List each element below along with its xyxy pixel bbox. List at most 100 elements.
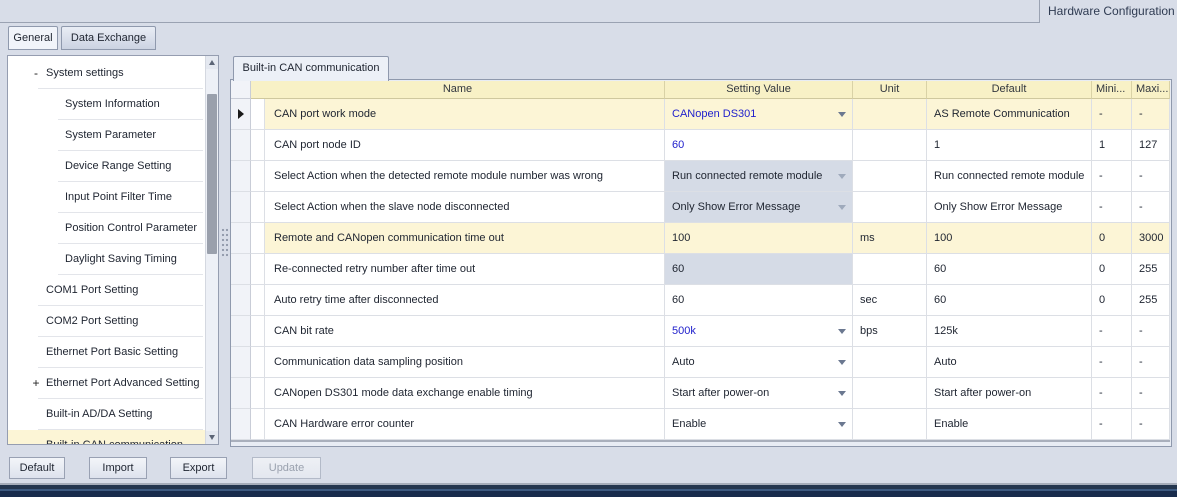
setting-cell[interactable]: 60 xyxy=(665,130,853,161)
unit-cell xyxy=(853,378,927,409)
min-value: 0 xyxy=(1099,232,1105,244)
dropdown-arrow-icon[interactable] xyxy=(838,112,846,117)
default-button[interactable]: Default xyxy=(9,457,65,479)
tab-built-in-can-communication[interactable]: Built-in CAN communication xyxy=(233,56,389,81)
min-value: 1 xyxy=(1099,139,1105,151)
col-header-maximum[interactable]: Maxi... xyxy=(1132,81,1170,99)
tree-scrollbar[interactable] xyxy=(205,56,218,444)
min-value: 0 xyxy=(1099,294,1105,306)
row-selector-cell xyxy=(231,161,251,192)
tree-item-system-settings[interactable]: -System settings xyxy=(8,58,205,89)
tree-item-ethernet-port-advanced-setting[interactable]: +Ethernet Port Advanced Setting xyxy=(8,368,205,399)
unit-cell xyxy=(853,192,927,223)
current-row-marker-icon xyxy=(238,109,244,119)
min-cell: - xyxy=(1092,316,1132,347)
settings-tree: -System settingsSystem InformationSystem… xyxy=(7,55,219,445)
name-value: Remote and CANopen communication time ou… xyxy=(274,232,504,244)
update-button[interactable]: Update xyxy=(252,457,321,479)
table-row: Communication data sampling positionAuto… xyxy=(231,347,1170,378)
setting-cell[interactable]: CANopen DS301 xyxy=(665,99,853,130)
default-cell: Start after power-on xyxy=(927,378,1092,409)
tree-item-position-control-parameter[interactable]: Position Control Parameter xyxy=(8,213,205,244)
status-bar xyxy=(0,491,1177,497)
row-selector-cell xyxy=(231,254,251,285)
tree-item-label: Ethernet Port Advanced Setting xyxy=(46,368,200,399)
tree-item-label: Daylight Saving Timing xyxy=(65,244,177,275)
tree-item-ethernet-port-basic-setting[interactable]: Ethernet Port Basic Setting xyxy=(8,337,205,368)
table-row: Re-connected retry number after time out… xyxy=(231,254,1170,285)
tree-item-system-information[interactable]: System Information xyxy=(8,89,205,120)
splitter-grip-icon xyxy=(221,228,228,258)
col-header-name[interactable]: Name xyxy=(251,81,665,99)
max-value: 255 xyxy=(1139,294,1157,306)
name-value: Select Action when the slave node discon… xyxy=(274,201,509,213)
scroll-down-icon[interactable] xyxy=(206,431,219,444)
unit-value: ms xyxy=(860,232,875,244)
export-button[interactable]: Export xyxy=(170,457,227,479)
tree-item-daylight-saving-timing[interactable]: Daylight Saving Timing xyxy=(8,244,205,275)
setting-cell[interactable]: 500k xyxy=(665,316,853,347)
dropdown-arrow-icon xyxy=(838,205,846,210)
tree-item-input-point-filter-time[interactable]: Input Point Filter Time xyxy=(8,182,205,213)
parameter-table: Name Setting Value Unit Default Mini... … xyxy=(231,81,1170,442)
setting-cell[interactable]: 60 xyxy=(665,285,853,316)
setting-value: 500k xyxy=(672,325,696,337)
min-value: - xyxy=(1099,325,1103,337)
name-value: CANopen DS301 mode data exchange enable … xyxy=(274,387,533,399)
min-cell: - xyxy=(1092,161,1132,192)
tree-item-device-range-setting[interactable]: Device Range Setting xyxy=(8,151,205,182)
dropdown-arrow-icon[interactable] xyxy=(838,329,846,334)
expand-icon[interactable]: + xyxy=(30,368,42,399)
name-value: CAN bit rate xyxy=(274,325,334,337)
setting-value: Enable xyxy=(672,418,706,430)
name-cell: Communication data sampling position xyxy=(265,347,665,378)
setting-cell[interactable]: Auto xyxy=(665,347,853,378)
unit-cell xyxy=(853,99,927,130)
max-cell: 127 xyxy=(1132,130,1170,161)
row-selector-cell xyxy=(231,192,251,223)
min-value: - xyxy=(1099,418,1103,430)
default-cell: Only Show Error Message xyxy=(927,192,1092,223)
max-value: - xyxy=(1139,356,1143,368)
tree-item-system-parameter[interactable]: System Parameter xyxy=(8,120,205,151)
tree-item-built-in-ad-da-setting[interactable]: Built-in AD/DA Setting xyxy=(8,399,205,430)
indent-cell xyxy=(251,316,265,347)
table-row: CAN port work modeCANopen DS301AS Remote… xyxy=(231,99,1170,130)
tree-item-com1-port-setting[interactable]: COM1 Port Setting xyxy=(8,275,205,306)
indent-cell xyxy=(251,130,265,161)
min-value: 0 xyxy=(1099,263,1105,275)
tab-general[interactable]: General xyxy=(8,26,58,50)
tree-item-built-in-can-communication[interactable]: Built-in CAN communication xyxy=(8,430,205,445)
scroll-up-icon[interactable] xyxy=(206,56,219,69)
dropdown-arrow-icon[interactable] xyxy=(838,422,846,427)
table-row: CANopen DS301 mode data exchange enable … xyxy=(231,378,1170,409)
scrollbar-thumb[interactable] xyxy=(207,94,217,254)
default-button-label: Default xyxy=(20,462,55,474)
col-header-default[interactable]: Default xyxy=(927,81,1092,99)
min-value: - xyxy=(1099,356,1103,368)
tab-data-exchange[interactable]: Data Exchange xyxy=(61,26,156,50)
splitter[interactable] xyxy=(219,55,230,445)
col-header-minimum[interactable]: Mini... xyxy=(1092,81,1132,99)
import-button[interactable]: Import xyxy=(89,457,147,479)
max-cell: - xyxy=(1132,192,1170,223)
row-selector-cell xyxy=(231,99,251,130)
setting-cell[interactable]: Enable xyxy=(665,409,853,440)
tree-item-com2-port-setting[interactable]: COM2 Port Setting xyxy=(8,306,205,337)
setting-cell[interactable]: Start after power-on xyxy=(665,378,853,409)
col-header-unit[interactable]: Unit xyxy=(853,81,927,99)
name-value: CAN port work mode xyxy=(274,108,376,120)
name-value: Auto retry time after disconnected xyxy=(274,294,438,306)
max-cell: - xyxy=(1132,161,1170,192)
indent-cell xyxy=(251,254,265,285)
collapse-icon[interactable]: - xyxy=(30,58,42,89)
dropdown-arrow-icon[interactable] xyxy=(838,391,846,396)
name-value: CAN Hardware error counter xyxy=(274,418,414,430)
max-value: 255 xyxy=(1139,263,1157,275)
max-cell: 255 xyxy=(1132,285,1170,316)
row-selector-cell xyxy=(231,285,251,316)
name-cell: Select Action when the slave node discon… xyxy=(265,192,665,223)
setting-cell[interactable]: 100 xyxy=(665,223,853,254)
dropdown-arrow-icon[interactable] xyxy=(838,360,846,365)
col-header-setting-value[interactable]: Setting Value xyxy=(665,81,853,99)
